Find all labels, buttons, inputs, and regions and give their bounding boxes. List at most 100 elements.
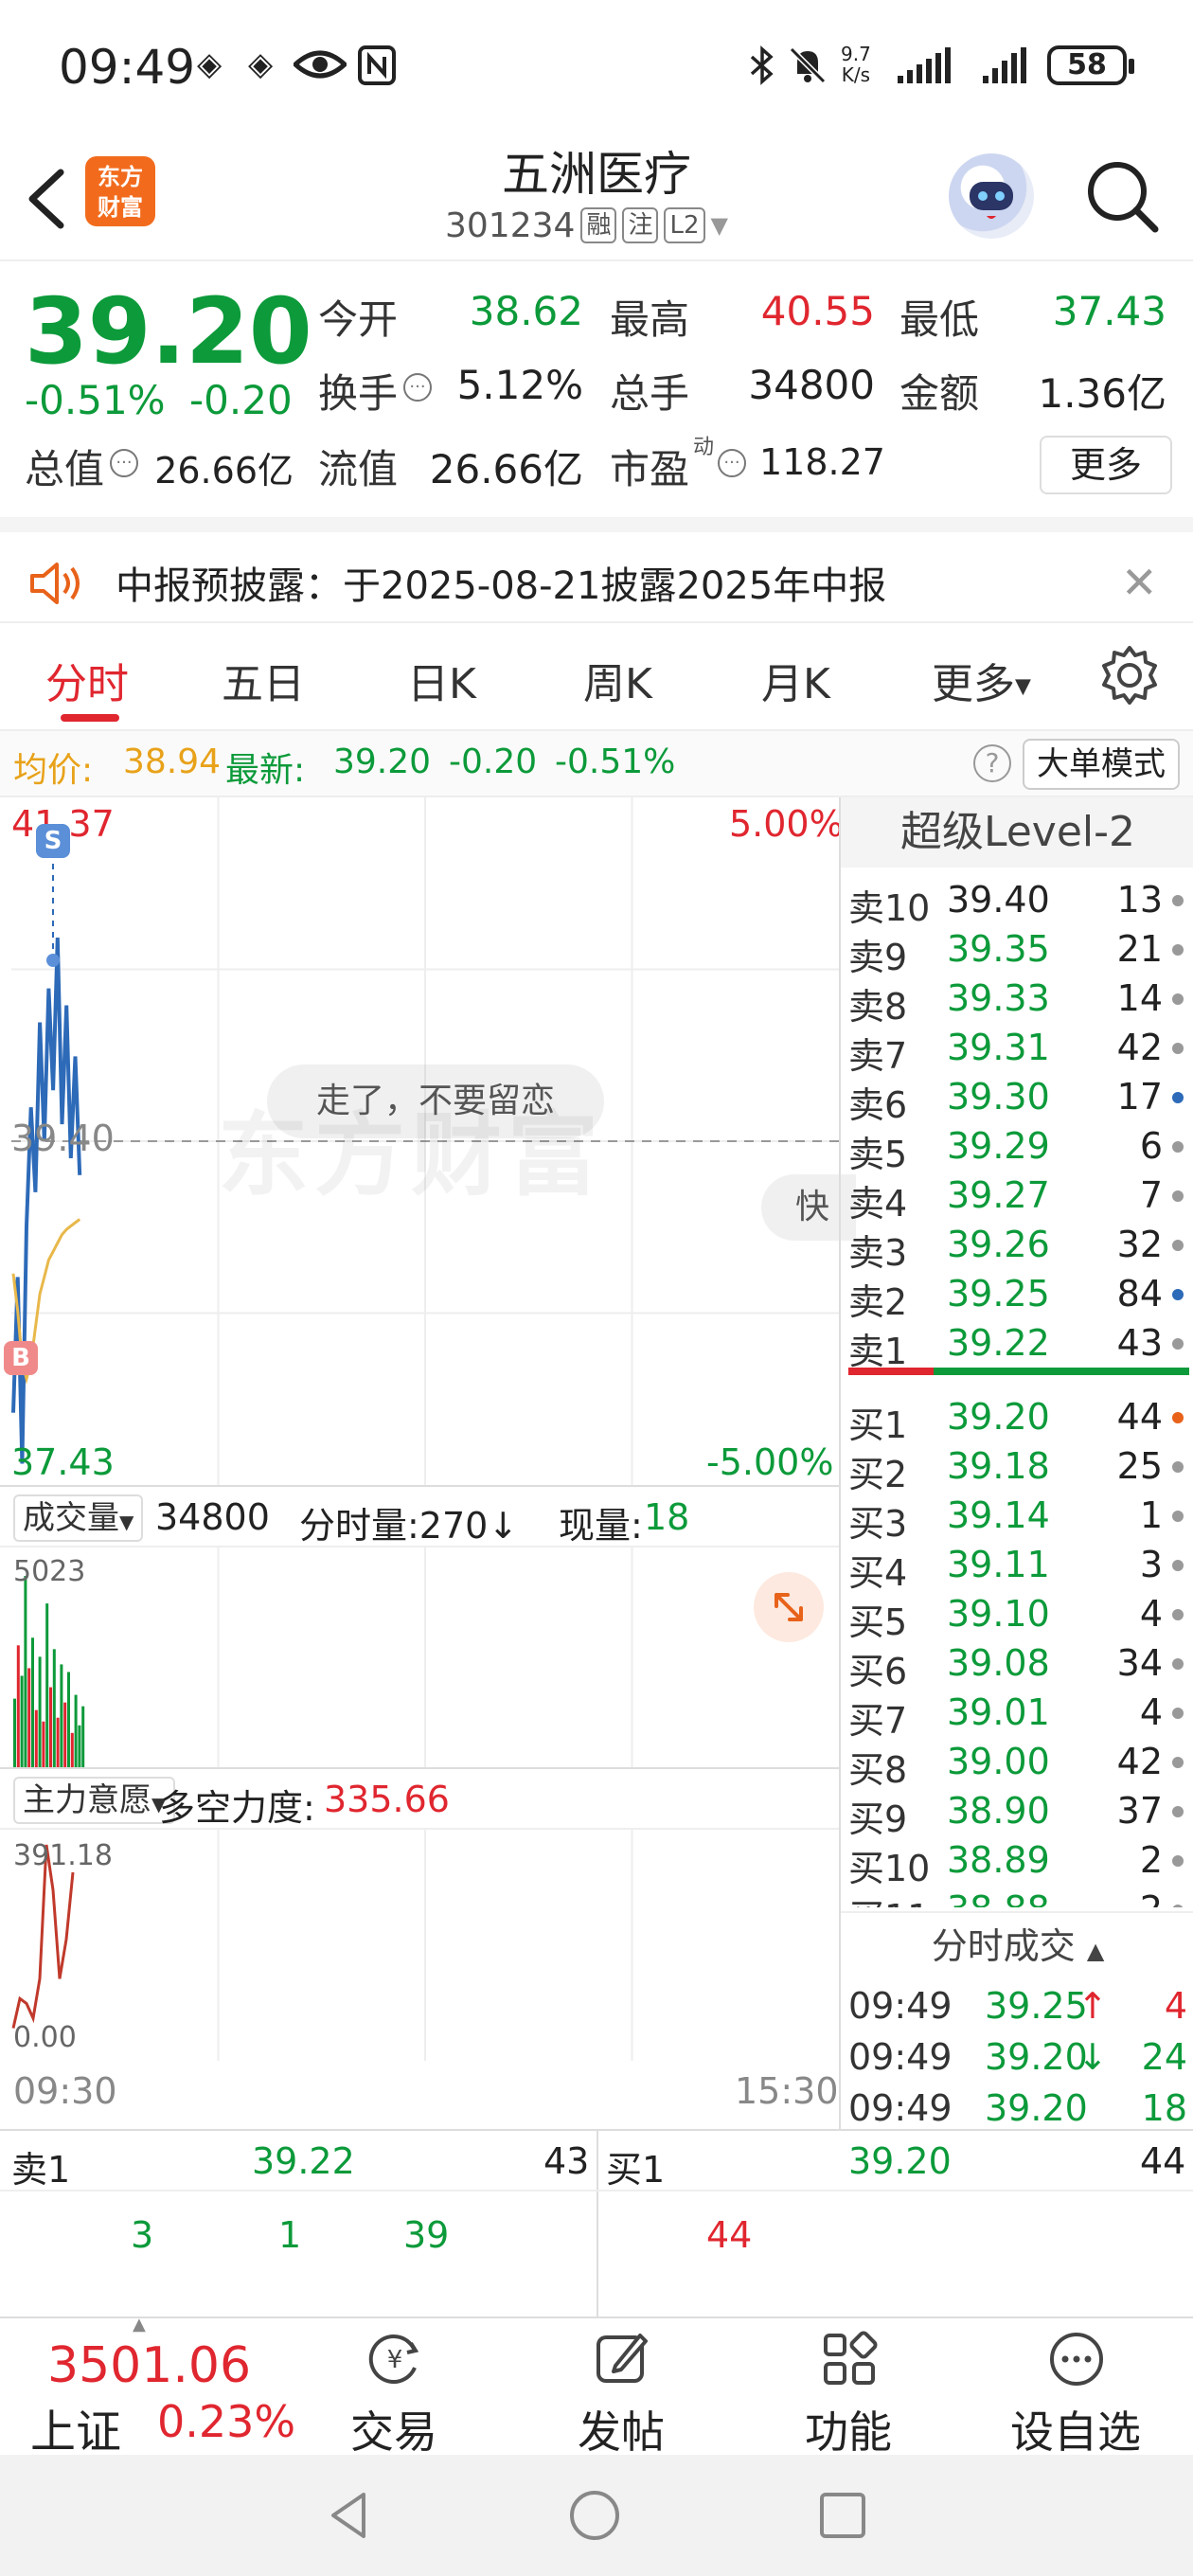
gear-icon[interactable]	[1098, 644, 1161, 707]
help-icon[interactable]: ?	[973, 744, 1011, 782]
tab-five-day[interactable]: 五日	[222, 650, 305, 710]
volume-chart[interactable]	[0, 1547, 839, 1767]
volume-label: 总手	[610, 370, 690, 417]
assistant-robot-avatar[interactable]	[949, 153, 1034, 239]
bid-row[interactable]: 买2 39.18 25	[841, 1441, 1193, 1495]
indicator-chart[interactable]	[0, 1830, 839, 2061]
status-dot-icon	[1172, 1289, 1184, 1300]
quote-panel: 39.20 -0.51% -0.20 今开 38.62 最高 40.55 最低 …	[0, 261, 1193, 517]
ask-row[interactable]: 卖3 39.26 32	[841, 1220, 1193, 1274]
bid-volume: 34	[1116, 1642, 1163, 1684]
caret-down-icon: ▼	[710, 212, 728, 239]
volume-total: 34800	[155, 1496, 270, 1538]
search-icon	[1088, 162, 1159, 233]
tick-trades-header[interactable]: 分时成交 ▲	[841, 1911, 1193, 1977]
change-percent: -0.51%	[25, 377, 166, 423]
bid-ask-ratio-bar	[848, 1368, 1189, 1375]
tag-registered: 注	[622, 207, 659, 243]
tab-weekly-k[interactable]: 周K	[583, 650, 652, 710]
nfc-icon	[358, 45, 396, 85]
home-circle-icon[interactable]	[566, 2487, 623, 2544]
tab-intraday[interactable]: 分时	[45, 650, 129, 710]
tick-row: 09:49 39.20 18	[841, 2084, 1193, 2135]
index-value: 3501.06	[47, 2337, 252, 2394]
ask-row[interactable]: 卖2 39.25 84	[841, 1269, 1193, 1323]
big-order-mode-button[interactable]: 大单模式	[1023, 739, 1180, 790]
intraday-chart-area[interactable]: 东方财富 41.37 5.00% 39.40 37.43 -5.00% 走了，不…	[0, 797, 856, 2129]
bid-row[interactable]: 买11 38.88 2	[841, 1885, 1193, 1907]
ask-volume: 14	[1116, 977, 1163, 1019]
volume-indicator-dropdown[interactable]: 成交量▼	[13, 1494, 144, 1542]
bid-row[interactable]: 买10 38.89 2	[841, 1835, 1193, 1889]
nav-trade[interactable]: ¥ 交易	[280, 2318, 507, 2458]
ask-row[interactable]: 卖6 39.30 17	[841, 1072, 1193, 1126]
ask-row[interactable]: 卖1 39.22 43	[841, 1318, 1193, 1372]
bid-level-label: 买3	[848, 1503, 908, 1545]
info-icon[interactable]: ···	[718, 449, 746, 477]
tab-monthly-k[interactable]: 月K	[761, 650, 830, 710]
ask-row[interactable]: 卖8 39.33 14	[841, 974, 1193, 1028]
indicator-line	[11, 1844, 75, 2029]
ask-row[interactable]: 卖4 39.27 7	[841, 1171, 1193, 1225]
bid-row[interactable]: 买4 39.11 3	[841, 1540, 1193, 1594]
bid-row[interactable]: 买3 39.14 1	[841, 1491, 1193, 1545]
buy-marker[interactable]: B	[4, 1341, 38, 1375]
low-label: 最低	[899, 296, 980, 343]
bid-row[interactable]: 买7 39.01 4	[841, 1688, 1193, 1742]
info-icon[interactable]: ···	[403, 373, 432, 402]
signal-icon	[896, 45, 962, 83]
info-icon[interactable]: ···	[110, 449, 138, 477]
bid-price: 39.20	[947, 1396, 1050, 1438]
grid-apps-icon	[824, 2331, 878, 2385]
indicator-header: 主力意愿▼ 多空力度: 335.66	[0, 1767, 839, 1830]
avg-price-label: 均价:	[13, 751, 94, 790]
sell-marker[interactable]: S	[36, 824, 70, 858]
bid-row[interactable]: 买6 39.08 34	[841, 1638, 1193, 1692]
bid-row[interactable]: 买1 39.20 44	[841, 1392, 1193, 1446]
ask-row[interactable]: 卖10 39.40 13	[841, 875, 1193, 929]
volume-bar	[31, 1637, 34, 1767]
index-change-pct: 0.23%	[157, 2396, 296, 2447]
search-button[interactable]	[1079, 153, 1165, 239]
tick-time: 09:49	[848, 2036, 953, 2078]
expand-button[interactable]	[754, 1572, 824, 1642]
bid-volume: 4	[1139, 1691, 1163, 1733]
volume-bar	[42, 1721, 45, 1767]
indicator-dropdown[interactable]: 主力意愿▼	[13, 1777, 176, 1824]
bid-list-viewport[interactable]: 买1 39.20 44 买2 39.18 25 买3 39.14 1 买4 39.11 3 买5 39.1…	[841, 1385, 1193, 1907]
ask-row[interactable]: 卖5 39.29 6	[841, 1121, 1193, 1175]
nav-functions[interactable]: 功能	[735, 2318, 962, 2458]
nav-post[interactable]: 发帖	[507, 2318, 735, 2458]
tick-time: 09:49	[848, 2087, 953, 2129]
tick-price: 39.20	[985, 2036, 1088, 2078]
nav-add-watchlist[interactable]: 设自选	[962, 2318, 1189, 2458]
tab-more[interactable]: 更多▼	[932, 650, 1031, 710]
bid-level-label: 买7	[848, 1700, 908, 1742]
ask-row[interactable]: 卖9 39.35 21	[841, 924, 1193, 978]
volume-bar	[27, 1668, 31, 1767]
ask-level-label: 卖4	[848, 1183, 908, 1225]
ask-row[interactable]: 卖7 39.31 42	[841, 1023, 1193, 1077]
status-time: 09:49	[59, 40, 196, 95]
back-triangle-icon[interactable]	[322, 2487, 379, 2544]
latest-change: -0.20	[449, 742, 538, 781]
pe-label: 市盈	[610, 446, 690, 492]
recents-square-icon[interactable]	[814, 2487, 871, 2544]
high-label: 最高	[610, 296, 690, 343]
last-price: 39.20	[25, 278, 312, 385]
ask-price: 39.31	[947, 1027, 1050, 1068]
bottom-nav: ▲ 3501.06 上证 0.23% ¥ 交易 发帖 功能 设自选	[0, 2315, 1193, 2459]
close-icon[interactable]: ✕	[1121, 557, 1158, 608]
amount-value: 1.36亿	[1038, 370, 1166, 417]
more-quote-button[interactable]: 更多	[1040, 436, 1172, 494]
tab-daily-k[interactable]: 日K	[407, 650, 476, 710]
sell-marker-dot	[46, 954, 60, 967]
bid-row[interactable]: 买9 38.90 37	[841, 1786, 1193, 1840]
stock-code-row[interactable]: 301234 融 注 L2 ▼	[445, 205, 728, 246]
notice-bar[interactable]: 中报预披露：于2025-08-21披露2025年中报 ✕	[0, 517, 1193, 623]
bid-row[interactable]: 买5 39.10 4	[841, 1589, 1193, 1643]
tick-volume: 4	[1164, 1985, 1187, 2027]
bid-row[interactable]: 买8 39.00 42	[841, 1737, 1193, 1791]
order-book-title[interactable]: 超级Level-2	[841, 797, 1193, 868]
index-ticker[interactable]: ▲ 3501.06 上证 0.23%	[0, 2315, 295, 2459]
